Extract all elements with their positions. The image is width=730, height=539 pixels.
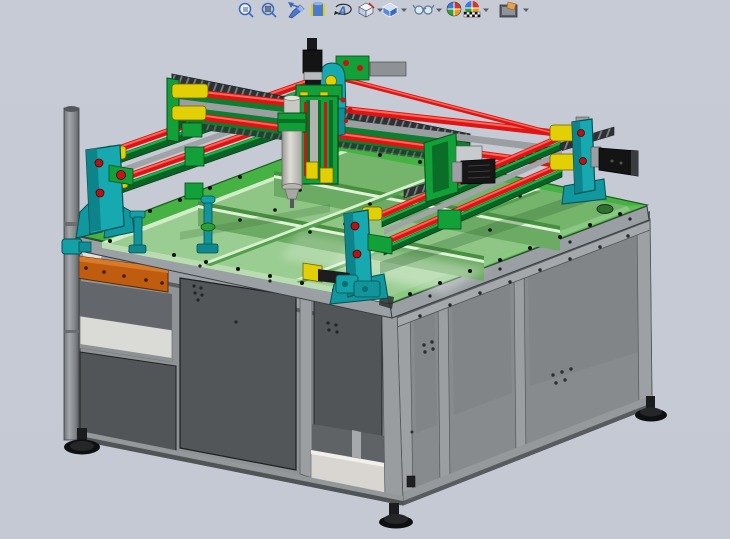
svg-text:A: A bbox=[337, 4, 347, 18]
